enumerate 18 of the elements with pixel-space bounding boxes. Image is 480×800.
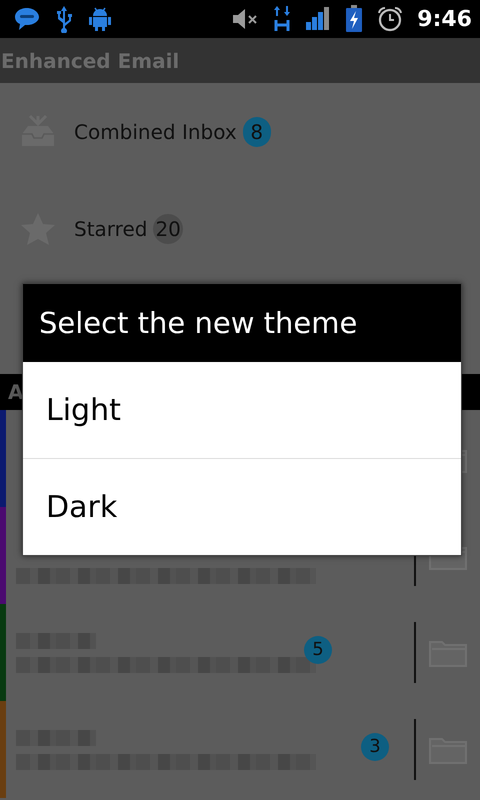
theme-option[interactable]: Light xyxy=(23,362,461,459)
usb-icon xyxy=(54,5,74,33)
dialog-title: Select the new theme xyxy=(23,284,461,362)
clock-time: 9:46 xyxy=(417,6,472,32)
section-header: A xyxy=(8,380,24,404)
alarm-clock-icon xyxy=(377,6,404,32)
data-arrows-icon xyxy=(273,5,292,33)
muted-speaker-icon xyxy=(231,7,260,31)
android-icon xyxy=(88,6,112,32)
unread-count: 8 xyxy=(242,116,271,146)
app-title: Enhanced Email xyxy=(0,38,480,83)
unread-count: 5 xyxy=(304,636,332,664)
unread-count: 20 xyxy=(153,214,183,244)
theme-option[interactable]: Dark xyxy=(23,459,461,555)
chat-bubble-icon xyxy=(14,6,40,32)
charging-battery-icon xyxy=(345,5,364,33)
signal-icon xyxy=(305,7,332,31)
unread-count: 3 xyxy=(361,733,389,761)
